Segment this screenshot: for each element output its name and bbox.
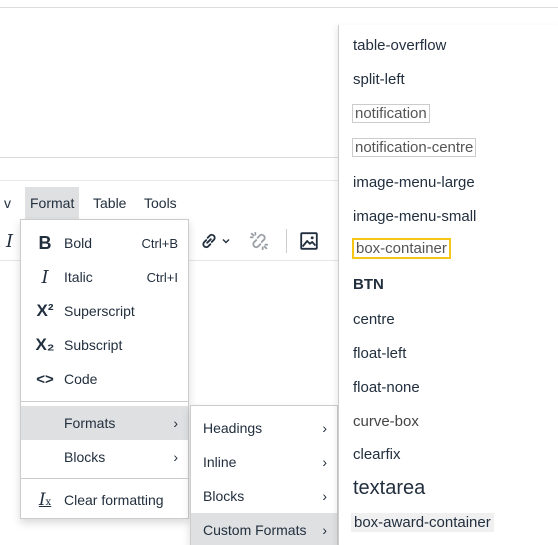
toolbar-separator xyxy=(286,229,287,253)
custom-format-box-award-container[interactable]: box-award-container xyxy=(351,513,494,532)
bold-icon: B xyxy=(38,232,52,253)
formats-submenu: Headings › Inline › Blocks › Custom Form… xyxy=(190,405,338,545)
shortcut-label: Ctrl+B xyxy=(141,235,178,251)
menu-item-superscript[interactable]: X² Superscript xyxy=(21,294,188,328)
submenu-item-inline[interactable]: Inline › xyxy=(191,445,337,479)
menu-separator xyxy=(21,478,188,479)
clear-formatting-icon: Ix xyxy=(38,490,52,510)
link-icon xyxy=(202,233,216,249)
menu-item-clear-formatting[interactable]: Ix Clear formatting xyxy=(21,483,188,517)
link-button[interactable] xyxy=(198,221,232,261)
italic-button-cut[interactable]: I xyxy=(6,221,13,261)
format-menu: B Bold Ctrl+B I Italic Ctrl+I X² Supersc… xyxy=(20,219,189,519)
unlink-icon xyxy=(249,231,269,251)
menubar-item-format[interactable]: Format xyxy=(25,187,80,219)
custom-formats-menu: table-overflow split-left notification n… xyxy=(338,25,558,545)
submenu-item-headings[interactable]: Headings › xyxy=(191,411,337,445)
custom-format-notification[interactable]: notification xyxy=(352,104,430,123)
top-divider xyxy=(0,7,558,8)
menu-item-label: Italic xyxy=(64,269,93,285)
custom-format-centre[interactable]: centre xyxy=(353,311,395,328)
image-button[interactable] xyxy=(298,221,320,261)
menu-item-label: Superscript xyxy=(64,303,135,319)
menu-item-italic[interactable]: I Italic Ctrl+I xyxy=(21,260,188,294)
menubar-item-table[interactable]: Table xyxy=(88,187,131,219)
menu-item-label: Blocks xyxy=(203,488,245,504)
menu-item-label: Formats xyxy=(64,415,116,431)
custom-format-table-overflow[interactable]: table-overflow xyxy=(353,37,446,54)
chevron-right-icon: › xyxy=(173,415,178,431)
menu-item-blocks[interactable]: Blocks › xyxy=(21,440,188,474)
chevron-right-icon: › xyxy=(173,449,178,465)
custom-format-split-left[interactable]: split-left xyxy=(353,71,405,88)
chevron-right-icon: › xyxy=(322,488,327,504)
custom-format-curve-box[interactable]: curve-box xyxy=(353,413,419,430)
menu-separator xyxy=(21,401,188,402)
chevron-right-icon: › xyxy=(322,454,327,470)
menubar-top-divider xyxy=(0,180,340,181)
unlink-button[interactable] xyxy=(248,221,270,261)
submenu-item-blocks[interactable]: Blocks › xyxy=(191,479,337,513)
menu-item-label: Inline xyxy=(203,454,237,470)
custom-format-textarea[interactable]: textarea xyxy=(353,477,425,500)
custom-format-image-menu-large[interactable]: image-menu-large xyxy=(353,174,475,191)
custom-format-float-none[interactable]: float-none xyxy=(353,379,420,396)
menubar-item-view-cut[interactable]: v xyxy=(4,187,16,219)
custom-format-notification-centre[interactable]: notification-centre xyxy=(352,138,477,157)
menu-item-label: Bold xyxy=(64,235,93,251)
custom-format-btn[interactable]: BTN xyxy=(353,276,384,293)
custom-format-float-left[interactable]: float-left xyxy=(353,345,406,362)
menu-item-code[interactable]: <> Code xyxy=(21,362,188,396)
subscript-icon: X₂ xyxy=(35,335,55,354)
menubar-item-tools[interactable]: Tools xyxy=(139,187,182,219)
menu-item-label: Code xyxy=(64,371,98,387)
custom-format-clearfix[interactable]: clearfix xyxy=(353,446,401,463)
superscript-icon: X² xyxy=(36,301,54,320)
menu-item-label: Blocks xyxy=(64,449,106,465)
submenu-item-custom-formats[interactable]: Custom Formats › xyxy=(191,513,337,545)
menu-item-label: Clear formatting xyxy=(64,492,164,508)
custom-format-image-menu-small[interactable]: image-menu-small xyxy=(353,208,476,225)
custom-format-box-container[interactable]: box-container xyxy=(352,238,451,259)
chevron-right-icon: › xyxy=(322,420,327,436)
image-icon xyxy=(300,232,318,250)
shortcut-label: Ctrl+I xyxy=(146,269,178,285)
menu-item-label: Headings xyxy=(203,420,263,436)
menu-item-bold[interactable]: B Bold Ctrl+B xyxy=(21,226,188,260)
chevron-right-icon: › xyxy=(322,522,327,538)
editor-divider xyxy=(0,157,340,158)
menubar: v Format Table Tools xyxy=(0,187,340,219)
italic-icon: I xyxy=(6,230,14,252)
menu-item-label: Custom Formats xyxy=(203,522,307,538)
code-icon: <> xyxy=(36,370,54,388)
menu-item-formats[interactable]: Formats › xyxy=(21,406,188,440)
menu-item-label: Subscript xyxy=(64,337,123,353)
italic-icon: I xyxy=(41,266,49,288)
chevron-down-icon xyxy=(222,239,230,244)
menu-item-subscript[interactable]: X₂ Subscript xyxy=(21,328,188,362)
